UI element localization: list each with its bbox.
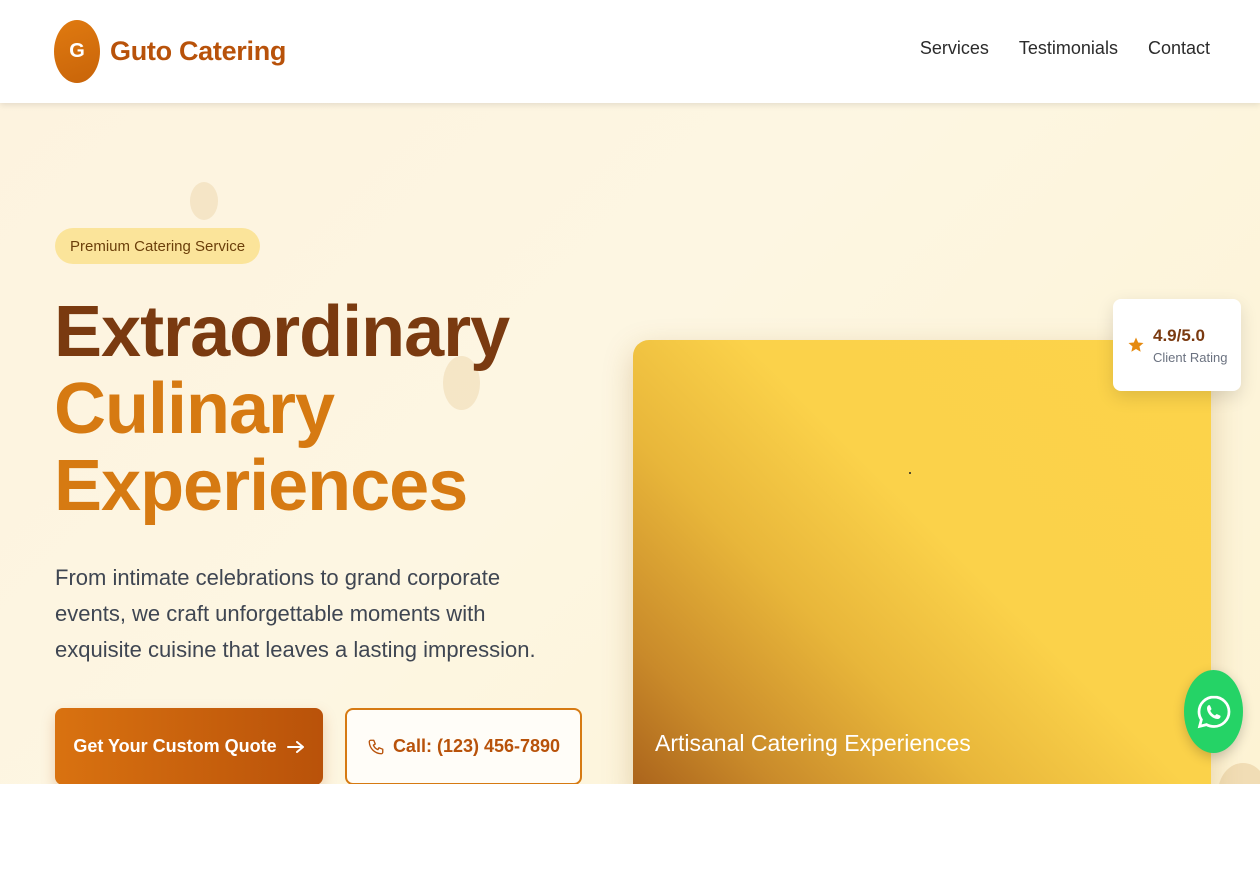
- decorative-circle: [1218, 763, 1260, 784]
- decorative-circle: [190, 182, 218, 220]
- star-icon: [1127, 336, 1145, 354]
- headline-line-1: Extraordinary: [54, 292, 510, 372]
- hero-section: Premium Catering Service Extraordinary C…: [0, 103, 1260, 784]
- whatsapp-icon: [1194, 692, 1234, 732]
- hero-badge: Premium Catering Service: [55, 228, 261, 264]
- rating-label: Client Rating: [1153, 349, 1228, 365]
- get-quote-button[interactable]: Get Your Custom Quote: [55, 708, 323, 784]
- nav-services[interactable]: Services: [920, 38, 989, 59]
- site-header: G Guto Catering Services Testimonials Co…: [0, 0, 1260, 103]
- nav-testimonials[interactable]: Testimonials: [1019, 38, 1118, 59]
- image-placeholder-dot: [909, 472, 911, 474]
- phone-icon: [367, 737, 385, 757]
- call-label: Call: (123) 456-7890: [392, 736, 561, 756]
- arrow-right-icon: [286, 740, 305, 753]
- page-below-fold: [0, 784, 1260, 886]
- rating-value: 4.9/5.0: [1153, 325, 1205, 345]
- rating-card: 4.9/5.0 Client Rating: [1113, 299, 1241, 391]
- whatsapp-button[interactable]: [1184, 670, 1243, 753]
- call-button[interactable]: Call: (123) 456-7890: [345, 708, 582, 784]
- nav-contact[interactable]: Contact: [1148, 38, 1210, 59]
- headline-line-3: Experiences: [54, 446, 468, 526]
- rating-text: 4.9/5.0 Client Rating: [1153, 326, 1227, 365]
- card-caption: Artisanal Catering Experiences: [655, 730, 971, 756]
- get-quote-label: Get Your Custom Quote: [73, 736, 277, 756]
- hero-image-card: Artisanal Catering Experiences: [633, 340, 1211, 784]
- headline-line-2: Culinary: [54, 369, 335, 449]
- logo-badge: G: [54, 20, 100, 83]
- hero-description: From intimate celebrations to grand corp…: [55, 565, 536, 662]
- logo[interactable]: G Guto Catering: [54, 20, 286, 83]
- brand-name: Guto Catering: [110, 36, 287, 66]
- main-nav: Services Testimonials Contact: [920, 38, 1210, 59]
- hero-headline: Extraordinary Culinary Experiences: [54, 292, 510, 526]
